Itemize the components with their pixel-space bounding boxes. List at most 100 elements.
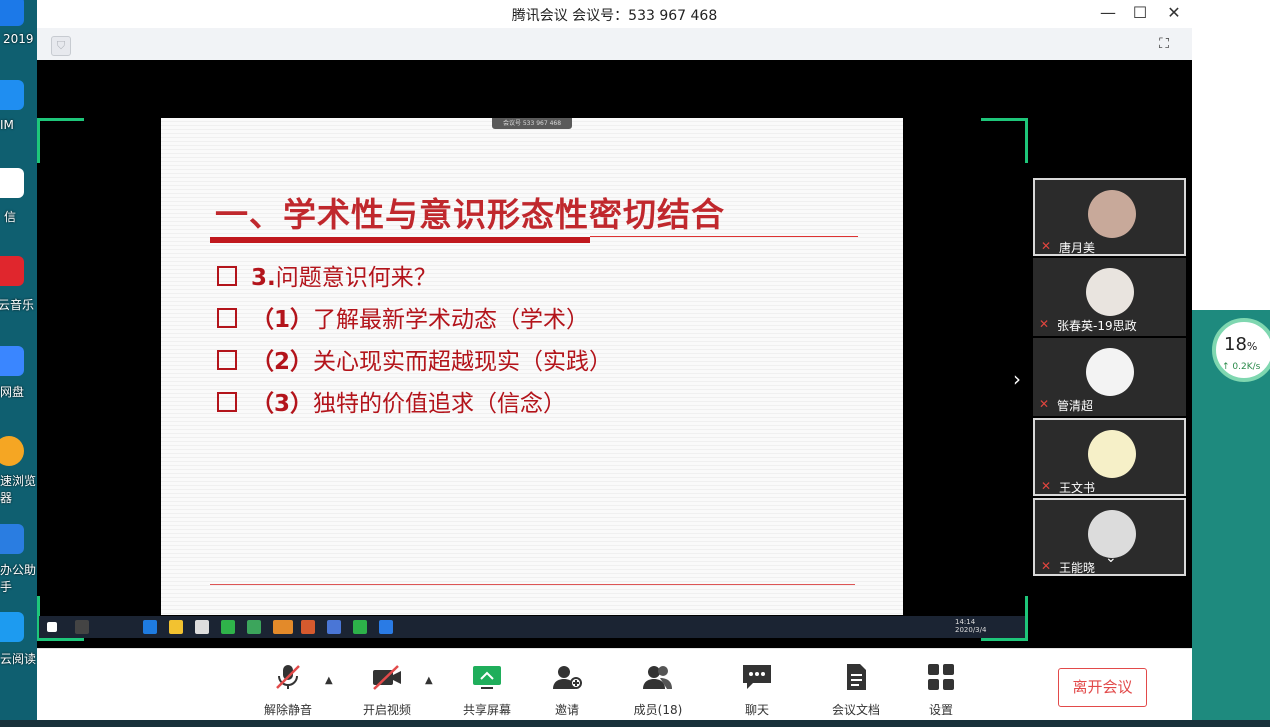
avatar xyxy=(1086,268,1134,316)
meeting-docs-button[interactable]: 会议文档 xyxy=(821,663,891,718)
desktop-label: 2019 xyxy=(3,32,34,46)
store-icon xyxy=(195,620,209,634)
shared-windows-taskbar: 14:14 2020/3/4 xyxy=(39,616,1025,638)
participant-tile[interactable]: ✕ 管清超 xyxy=(1033,338,1186,416)
slide-bullet: 3.问题意识何来？ xyxy=(217,258,437,292)
maximize-button[interactable]: ☐ xyxy=(1127,2,1153,24)
baidu-netdisk-icon[interactable] xyxy=(0,346,24,376)
mic-muted-icon: ✕ xyxy=(1039,397,1050,411)
checkbox-bullet-icon xyxy=(217,350,237,370)
share-screen-button[interactable]: 共享屏幕 xyxy=(452,663,522,718)
mic-muted-icon: ✕ xyxy=(1041,559,1052,573)
mic-options-caret[interactable]: ▲ xyxy=(325,675,333,686)
avatar xyxy=(1088,430,1136,478)
meeting-icon xyxy=(379,620,393,634)
top-toolbar: ⛉ ⛶ xyxy=(37,28,1192,61)
cloud-reader-icon[interactable] xyxy=(0,612,24,642)
meeting-docs-label: 会议文档 xyxy=(831,703,880,717)
powerpoint-icon xyxy=(301,620,315,634)
search-icon xyxy=(75,620,89,634)
windows-start-icon xyxy=(47,622,57,632)
participant-name: 张春英-19思政 xyxy=(1057,319,1137,333)
invite-button[interactable]: 邀请 xyxy=(532,663,602,718)
camera-off-icon xyxy=(373,665,401,690)
fullscreen-icon[interactable]: ⛶ xyxy=(1154,34,1174,54)
share-stage: 会议号 533 967 468 一、学术性与意识形态性密切结合 3.问题意识何来… xyxy=(37,60,1192,648)
members-button[interactable]: 成员(18) xyxy=(623,663,693,718)
frame-corner xyxy=(37,118,84,163)
frame-corner xyxy=(981,118,1028,163)
desktop-label: 器 xyxy=(0,491,13,505)
app-icon xyxy=(353,620,367,634)
desktop-label: 信 xyxy=(4,210,17,224)
checkbox-bullet-icon xyxy=(217,266,237,286)
members-label: 成员(18) xyxy=(633,703,683,717)
participant-name: 管清超 xyxy=(1057,399,1094,413)
chevron-down-icon[interactable]: ⌄ xyxy=(1105,550,1117,566)
shield-icon[interactable]: ⛉ xyxy=(51,36,71,56)
edge-icon xyxy=(143,620,157,634)
share-screen-label: 共享屏幕 xyxy=(462,703,511,717)
title-underline-thin xyxy=(590,236,858,237)
leave-meeting-button[interactable]: 离开会议 xyxy=(1058,668,1147,707)
mic-muted-icon xyxy=(276,665,300,689)
participant-tile[interactable]: ✕ 张春英-19思政 xyxy=(1033,258,1186,336)
desktop-label: 手 xyxy=(0,580,13,594)
start-video-label: 开启视频 xyxy=(362,703,411,717)
wechat-icon[interactable] xyxy=(0,168,24,198)
chat-label: 聊天 xyxy=(744,703,769,717)
desktop-label: IM xyxy=(0,118,14,132)
participant-tile[interactable]: ✕ 王能晓 ⌄ xyxy=(1033,498,1186,576)
app-icon xyxy=(247,620,261,634)
participant-tile[interactable]: ✕ 唐月美 xyxy=(1033,178,1186,256)
unmute-button[interactable]: 解除静音 xyxy=(253,663,323,718)
app-icon-blue[interactable] xyxy=(0,0,24,26)
speed-percent: 18% xyxy=(1224,334,1258,355)
tim-icon[interactable] xyxy=(0,80,24,110)
slide-bullet: （1）了解最新学术动态（学术） xyxy=(217,300,589,334)
document-icon xyxy=(847,664,866,690)
slide-bullet: （2）关心现实而超越现实（实践） xyxy=(217,342,612,376)
desktop-label: 云阅读 xyxy=(0,652,37,666)
chat-button[interactable]: 聊天 xyxy=(722,663,792,718)
browser-icon[interactable] xyxy=(0,436,24,466)
settings-grid-icon xyxy=(928,664,954,690)
mic-muted-icon: ✕ xyxy=(1041,479,1052,493)
chevron-right-icon[interactable]: › xyxy=(1013,367,1021,391)
slide-title: 一、学术性与意识形态性密切结合 xyxy=(215,195,725,234)
desktop-bottom-strip xyxy=(0,720,1270,727)
settings-label: 设置 xyxy=(928,703,953,717)
add-user-icon xyxy=(553,666,582,689)
start-video-button[interactable]: 开启视频 xyxy=(352,663,422,718)
participant-tile[interactable]: ✕ 王文书 xyxy=(1033,418,1186,496)
minimize-button[interactable]: — xyxy=(1095,2,1121,24)
app-icon xyxy=(327,620,341,634)
wechat-icon xyxy=(273,620,293,634)
meeting-controls: 解除静音 ▲ 开启视频 ▲ 共享屏幕 邀请 成员(18) 聊天 会议文档 设置 … xyxy=(37,648,1192,721)
meeting-window: 腾讯会议 会议号：533 967 468 — ☐ ✕ ⛉ ⛶ 会议号 533 9… xyxy=(37,0,1192,721)
settings-button[interactable]: 设置 xyxy=(906,663,976,718)
shared-slide: 会议号 533 967 468 一、学术性与意识形态性密切结合 3.问题意识何来… xyxy=(161,118,903,615)
avatar xyxy=(1088,190,1136,238)
checkbox-bullet-icon xyxy=(217,308,237,328)
meeting-id-badge: 会议号 533 967 468 xyxy=(492,118,572,129)
desktop-label: 网盘 xyxy=(0,385,25,399)
speed-rate: ↑ 0.2K/s xyxy=(1222,362,1261,372)
title-bar: 腾讯会议 会议号：533 967 468 — ☐ ✕ xyxy=(37,0,1192,28)
unmute-label: 解除静音 xyxy=(263,703,312,717)
close-button[interactable]: ✕ xyxy=(1161,2,1187,24)
invite-label: 邀请 xyxy=(554,703,579,717)
title-underline xyxy=(210,237,590,243)
share-screen-icon xyxy=(473,666,501,689)
netease-music-icon[interactable] xyxy=(0,256,24,286)
mic-muted-icon: ✕ xyxy=(1041,239,1052,253)
office-assistant-icon[interactable] xyxy=(0,524,24,554)
network-speed-widget[interactable]: 18% ↑ 0.2K/s xyxy=(1212,318,1270,382)
checkbox-bullet-icon xyxy=(217,392,237,412)
video-options-caret[interactable]: ▲ xyxy=(425,675,433,686)
taskbar-clock: 14:14 2020/3/4 xyxy=(955,618,987,634)
window-title: 腾讯会议 会议号：533 967 468 xyxy=(511,8,718,24)
participant-name: 王文书 xyxy=(1059,481,1096,495)
chat-icon xyxy=(743,665,771,689)
app-icon xyxy=(221,620,235,634)
